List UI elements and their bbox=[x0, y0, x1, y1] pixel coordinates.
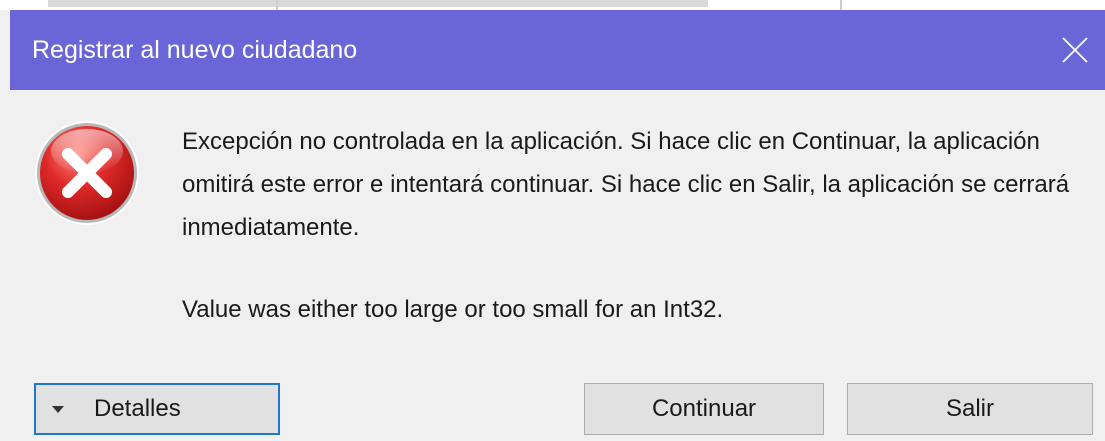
close-icon bbox=[1062, 37, 1088, 63]
exception-dialog: Registrar al nuevo ciudadano Excepción n… bbox=[10, 10, 1105, 441]
continue-button-label: Continuar bbox=[651, 395, 757, 422]
expand-triangle-icon bbox=[52, 405, 64, 413]
error-message: Excepción no controlada en la aplicación… bbox=[182, 128, 1070, 241]
dialog-body: Excepción no controlada en la aplicación… bbox=[10, 90, 1105, 441]
dialog-title: Registrar al nuevo ciudadano bbox=[32, 36, 358, 64]
exit-button-label: Salir bbox=[945, 395, 994, 422]
background-window-strip bbox=[0, 0, 1105, 10]
background-divider bbox=[276, 0, 278, 10]
continue-button[interactable]: Continuar bbox=[584, 383, 824, 435]
title-bar: Registrar al nuevo ciudadano bbox=[10, 10, 1105, 90]
error-icon bbox=[35, 121, 139, 225]
background-window-edge bbox=[48, 0, 708, 7]
background-divider bbox=[840, 0, 842, 10]
exit-button[interactable]: Salir bbox=[847, 383, 1093, 435]
details-button[interactable]: Detalles bbox=[34, 383, 280, 435]
exception-detail: Value was either too large or too small … bbox=[182, 296, 724, 323]
close-button[interactable] bbox=[1045, 10, 1105, 90]
details-button-label: Detalles bbox=[94, 395, 181, 422]
